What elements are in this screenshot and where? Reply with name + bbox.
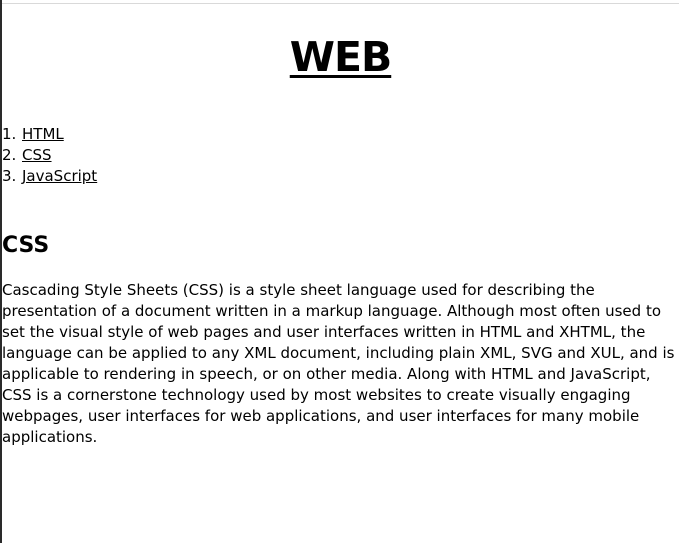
- list-item: 1. HTML: [2, 124, 97, 145]
- list-item-number: 3.: [2, 167, 17, 185]
- html-link[interactable]: HTML: [22, 125, 64, 143]
- css-link[interactable]: CSS: [22, 146, 52, 164]
- article-paragraph: Cascading Style Sheets (CSS) is a style …: [2, 281, 675, 446]
- window-top-border: [2, 3, 679, 4]
- page-title: WEB: [2, 31, 679, 83]
- topic-list: 1. HTML 2. CSS 3. JavaScript: [2, 124, 97, 187]
- home-link[interactable]: WEB: [290, 33, 392, 81]
- javascript-link[interactable]: JavaScript: [22, 167, 97, 185]
- list-item: 3. JavaScript: [2, 166, 97, 187]
- list-item-number: 1.: [2, 125, 17, 143]
- section-heading: CSS: [2, 233, 50, 258]
- list-item: 2. CSS: [2, 145, 97, 166]
- list-item-number: 2.: [2, 146, 17, 164]
